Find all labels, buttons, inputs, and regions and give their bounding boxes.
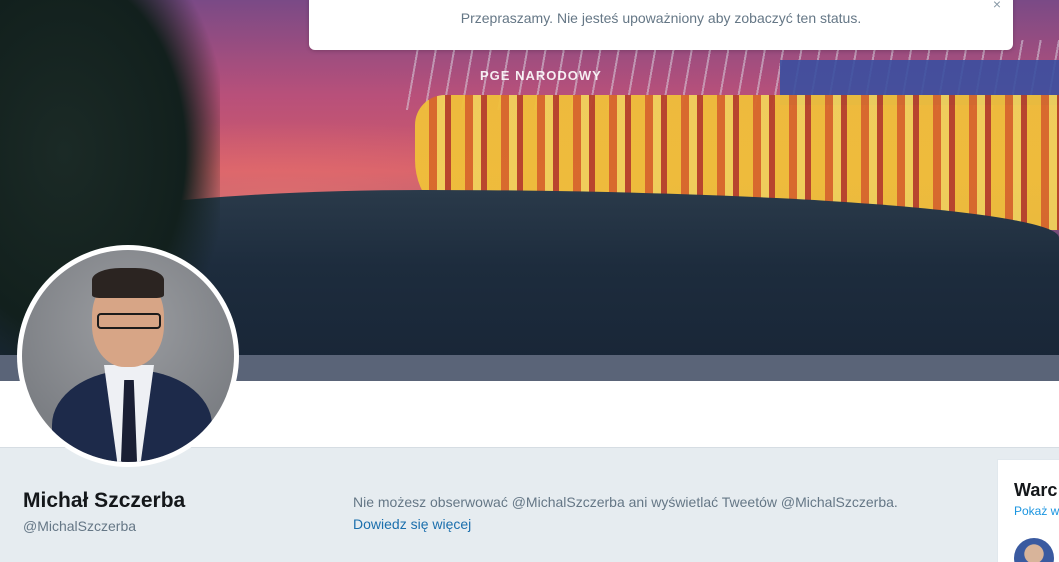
profile-avatar[interactable] bbox=[17, 245, 239, 467]
learn-more-link[interactable]: Dowiedz się więcej bbox=[353, 516, 471, 532]
profile-handle: @MichalSzczerba bbox=[23, 518, 137, 534]
close-icon[interactable]: × bbox=[993, 0, 1001, 12]
error-toast: Przepraszamy. Nie jesteś upoważniony aby… bbox=[309, 0, 1013, 50]
avatar-hair bbox=[92, 268, 164, 298]
suggestions-card: Warc Pokaż w bbox=[997, 459, 1059, 562]
suggestions-title: Warc bbox=[1014, 480, 1058, 500]
toast-message: Przepraszamy. Nie jesteś upoważniony aby… bbox=[460, 10, 862, 26]
profile-name: Michał Szczerba bbox=[23, 489, 186, 512]
protected-account-notice: Nie możesz obserwować @MichalSzczerba an… bbox=[353, 494, 898, 510]
suggested-user-avatar[interactable] bbox=[1014, 538, 1054, 562]
banner-stadium-sign: PGE NARODOWY bbox=[480, 68, 602, 83]
suggestions-show-link[interactable]: Pokaż w bbox=[1014, 504, 1059, 518]
avatar-photo bbox=[22, 250, 234, 462]
avatar-glasses bbox=[97, 313, 161, 329]
